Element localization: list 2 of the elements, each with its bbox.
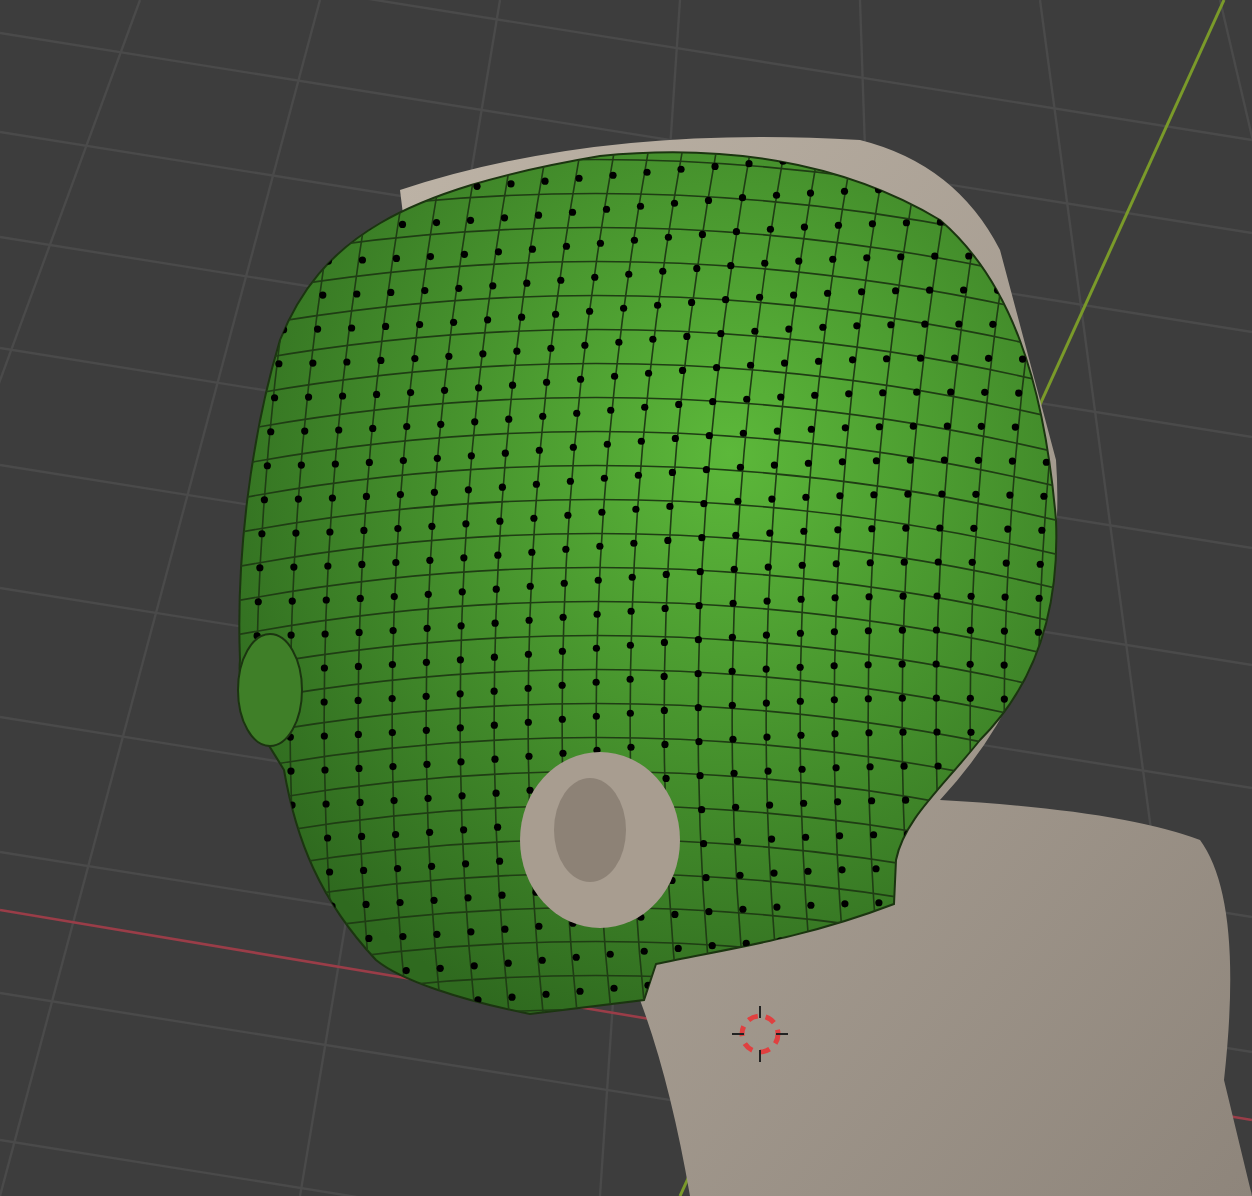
3d-cursor-icon: [731, 1005, 789, 1063]
3d-viewport[interactable]: [0, 0, 1252, 1196]
